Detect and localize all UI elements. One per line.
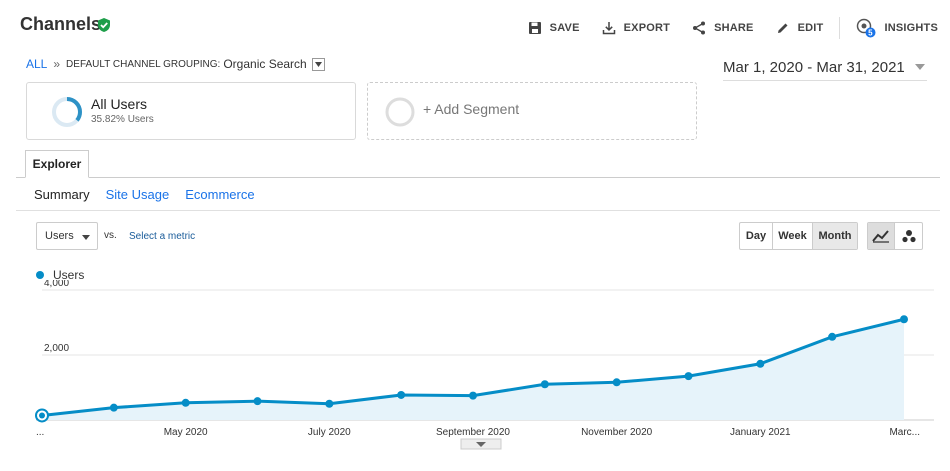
x-tick-label: May 2020 bbox=[164, 427, 208, 438]
page-title: Channels bbox=[20, 14, 102, 34]
insights-label: INSIGHTS bbox=[884, 22, 938, 34]
chevron-down-icon bbox=[82, 235, 90, 240]
add-segment-button[interactable]: + Add Segment bbox=[367, 82, 697, 140]
breadcrumb-separator: » bbox=[53, 57, 61, 71]
period-day-button[interactable]: Day bbox=[740, 223, 773, 249]
report-header: Channels SAVE EXPORT SHARE EDIT 5 INSIGH… bbox=[0, 0, 950, 50]
save-label: SAVE bbox=[549, 22, 580, 34]
data-point bbox=[756, 359, 765, 368]
metric-select[interactable]: Users bbox=[36, 222, 98, 250]
segment-title: All Users bbox=[91, 96, 148, 112]
edit-label: EDIT bbox=[797, 22, 824, 34]
x-tick-label: ... bbox=[36, 427, 44, 438]
chevron-down-icon bbox=[314, 61, 322, 67]
legend-dot bbox=[36, 271, 44, 279]
line-chart-icon bbox=[872, 230, 889, 243]
date-range-text: Mar 1, 2020 - Mar 31, 2021 bbox=[723, 59, 905, 76]
verified-shield-icon bbox=[98, 18, 110, 32]
breadcrumb-all-link[interactable]: ALL bbox=[26, 57, 47, 71]
grouping-dropdown[interactable] bbox=[311, 57, 325, 71]
line-chart-view-button[interactable] bbox=[868, 223, 895, 249]
save-button[interactable]: SAVE bbox=[528, 21, 580, 35]
subtabs-divider bbox=[16, 210, 940, 211]
subtab-ecommerce[interactable]: Ecommerce bbox=[185, 187, 254, 202]
chart-view-toggle bbox=[867, 222, 923, 250]
breadcrumb: ALL » DEFAULT CHANNEL GROUPING: Organic … bbox=[26, 57, 325, 71]
x-tick-label: November 2020 bbox=[581, 427, 653, 438]
select-metric-link[interactable]: Select a metric bbox=[129, 231, 195, 242]
segment-subtitle: 35.82% Users bbox=[91, 114, 154, 125]
x-tick-label: September 2020 bbox=[436, 427, 510, 438]
data-point bbox=[181, 398, 190, 407]
period-toggle: Day Week Month bbox=[739, 222, 858, 250]
segment-share-ring-icon bbox=[52, 97, 82, 127]
motion-chart-view-button[interactable] bbox=[895, 223, 922, 249]
period-month-button[interactable]: Month bbox=[813, 223, 857, 249]
bubble-chart-icon bbox=[901, 230, 916, 243]
save-icon bbox=[528, 22, 541, 34]
grouping-value: Organic Search bbox=[223, 57, 307, 71]
data-point bbox=[900, 315, 908, 324]
y-tick-label: 2,000 bbox=[44, 343, 69, 354]
y-tick-label: 4,000 bbox=[44, 280, 69, 289]
export-button[interactable]: EXPORT bbox=[602, 21, 670, 35]
metric-select-value: Users bbox=[45, 230, 74, 242]
edit-button[interactable]: EDIT bbox=[776, 21, 824, 35]
subtab-site-usage[interactable]: Site Usage bbox=[106, 187, 170, 202]
empty-segment-ring-icon bbox=[385, 97, 415, 127]
insights-badge: 5 bbox=[869, 29, 874, 38]
share-label: SHARE bbox=[714, 22, 754, 34]
subtabs: Summary Site Usage Ecommerce bbox=[34, 187, 271, 202]
x-tick-label: July 2020 bbox=[308, 427, 351, 438]
data-point bbox=[253, 397, 262, 406]
date-range-picker[interactable]: Mar 1, 2020 - Mar 31, 2021 bbox=[723, 55, 927, 81]
subtab-summary[interactable]: Summary bbox=[34, 187, 90, 202]
data-point bbox=[684, 372, 693, 381]
data-point bbox=[109, 403, 118, 412]
export-icon bbox=[602, 22, 615, 35]
pencil-icon bbox=[777, 23, 788, 33]
data-point bbox=[39, 412, 45, 419]
data-point bbox=[325, 399, 334, 408]
x-tick-label: Marc... bbox=[889, 427, 920, 438]
chevron-down-icon bbox=[915, 64, 925, 70]
data-point bbox=[540, 380, 549, 389]
add-segment-label: + Add Segment bbox=[423, 101, 520, 117]
vs-label: vs. bbox=[104, 230, 117, 241]
period-week-button[interactable]: Week bbox=[773, 223, 813, 249]
segment-all-users[interactable]: All Users 35.82% Users bbox=[26, 82, 356, 140]
grouping-label: DEFAULT CHANNEL GROUPING: bbox=[66, 58, 221, 70]
tabs-divider bbox=[16, 177, 940, 178]
share-icon bbox=[693, 21, 706, 35]
insights-button[interactable]: 5 INSIGHTS bbox=[856, 18, 938, 38]
users-line-chart: 2,000 4,000... May 2020 July 2020 September … bbox=[35, 280, 934, 450]
data-point bbox=[612, 378, 621, 387]
header-divider bbox=[839, 17, 841, 39]
tab-explorer[interactable]: Explorer bbox=[25, 150, 89, 178]
export-label: EXPORT bbox=[623, 22, 671, 34]
data-point bbox=[469, 391, 477, 400]
data-point bbox=[397, 390, 406, 399]
insights-icon: 5 bbox=[857, 18, 876, 38]
share-button[interactable]: SHARE bbox=[692, 21, 754, 35]
data-point bbox=[828, 332, 837, 341]
x-tick-label: January 2021 bbox=[730, 427, 791, 438]
